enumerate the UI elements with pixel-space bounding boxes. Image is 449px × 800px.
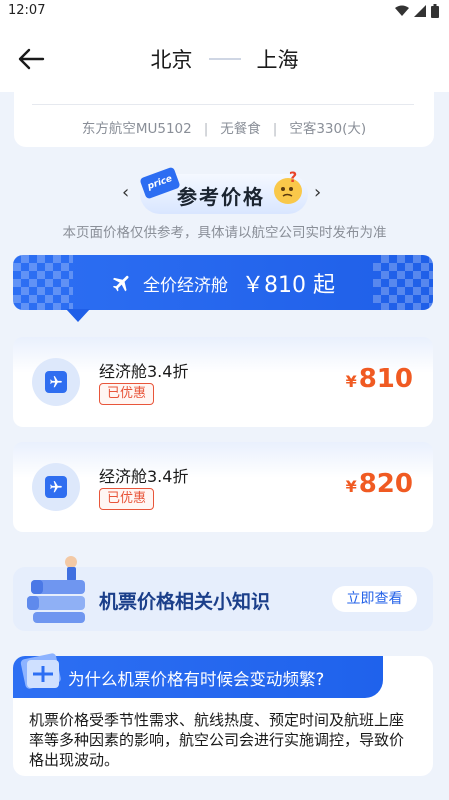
fare-class: 经济舱3.4折	[99, 362, 189, 381]
reference-price-title: 参考价格	[177, 185, 265, 209]
currency-symbol: ¥	[345, 372, 357, 391]
knowledge-card: 机票价格相关小知识 立即查看	[13, 556, 433, 631]
faq-answer: 机票价格受季节性需求、航线热度、预定时间及航班上座率等多种因素的影响，航空公司会…	[29, 711, 405, 769]
wifi-icon	[395, 5, 409, 16]
fare-class: 经济舱3.4折	[99, 467, 189, 486]
price-amount: 810	[358, 364, 413, 394]
right-bracket-icon: ›	[314, 182, 322, 203]
ticket-icon	[20, 653, 61, 689]
banner-pointer	[66, 309, 90, 322]
knowledge-title: 机票价格相关小知识	[99, 591, 271, 613]
divider	[32, 104, 414, 105]
header: 北京 上海	[0, 24, 449, 92]
fare-card[interactable]: 经济舱3.4折 已优惠 ¥810	[13, 337, 433, 427]
question-mark-icon: ?	[289, 170, 298, 186]
view-now-button[interactable]: 立即查看	[332, 586, 417, 612]
origin-city: 北京	[150, 48, 193, 72]
battery-icon	[431, 4, 439, 18]
reference-price-header: ‹ price 参考价格 ? ›	[0, 166, 449, 216]
price-disclaimer: 本页面价格仅供参考，具体请以航空公司实时发布为准	[62, 225, 387, 241]
plane-icon	[112, 275, 129, 292]
ticket-icon	[32, 463, 80, 511]
banner-price: ￥810 起	[242, 273, 335, 298]
meal-info: 无餐食	[220, 121, 261, 137]
fare-price: ¥810	[346, 364, 413, 394]
left-bracket-icon: ‹	[122, 182, 130, 203]
banner-content: 全价经济舱 ￥810 起	[13, 267, 433, 299]
status-time: 12:07	[8, 3, 46, 18]
currency-symbol: ¥	[345, 477, 357, 496]
fare-card[interactable]: 经济舱3.4折 已优惠 ¥820	[13, 442, 433, 532]
books-icon	[27, 556, 85, 623]
discount-badge: 已优惠	[99, 383, 155, 405]
separator: |	[272, 121, 278, 137]
faq-question: 为什么机票价格有时候会变动频繁?	[68, 670, 325, 689]
faq-header: 为什么机票价格有时候会变动频繁?	[13, 653, 383, 698]
status-bar: 12:07	[0, 0, 449, 24]
fare-class-label: 全价经济舱	[143, 275, 228, 296]
route-title: 北京 上海	[0, 44, 449, 74]
separator: |	[203, 121, 209, 137]
status-icons	[395, 4, 439, 18]
full-price-banner: 全价经济舱 ￥810 起	[13, 255, 433, 310]
faq-card: 为什么机票价格有时候会变动频繁? 机票价格受季节性需求、航线热度、预定时间及航班…	[13, 653, 433, 776]
flight-info-line: 东方航空MU5102 | 无餐食 | 空客330(大)	[14, 117, 434, 137]
destination-city: 上海	[256, 48, 299, 72]
airline-flight: 东方航空MU5102	[81, 121, 192, 137]
discount-badge: 已优惠	[99, 488, 155, 510]
signal-icon	[414, 5, 426, 17]
flight-info-card: 东方航空MU5102 | 无餐食 | 空客330(大)	[14, 92, 434, 147]
route-line	[208, 58, 241, 60]
thinking-face-icon	[274, 178, 302, 204]
fare-price: ¥820	[346, 469, 413, 499]
price-amount: 820	[358, 469, 413, 499]
ticket-icon	[32, 358, 80, 406]
aircraft-type: 空客330(大)	[289, 121, 367, 137]
